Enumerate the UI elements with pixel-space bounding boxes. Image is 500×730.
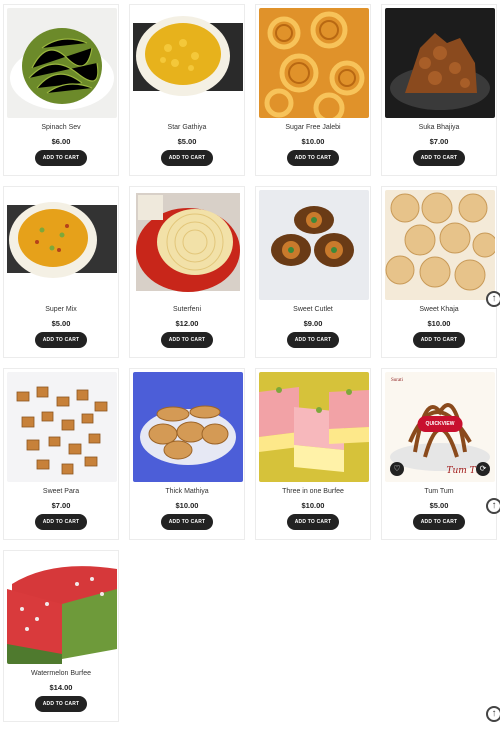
product-card[interactable]: Thick Mathiya $10.00 ADD TO CART (129, 368, 245, 540)
add-to-cart-button[interactable]: ADD TO CART (287, 332, 339, 348)
product-price: $5.00 (177, 137, 197, 146)
add-to-cart-button[interactable]: ADD TO CART (413, 514, 465, 530)
add-to-cart-button[interactable]: ADD TO CART (413, 150, 465, 166)
product-image[interactable] (133, 372, 243, 482)
arrow-up-icon[interactable]: ↑ (486, 498, 500, 514)
product-name[interactable]: Tum Tum (382, 488, 496, 495)
product-name[interactable]: Suka Bhajiya (382, 124, 496, 131)
product-card[interactable]: Sweet Khaja $10.00 ADD TO CART (381, 186, 497, 358)
product-card[interactable]: Star Gathiya $5.00 ADD TO CART (129, 4, 245, 176)
brand-logo: Surati (391, 378, 403, 383)
product-name[interactable]: Sweet Para (4, 488, 118, 495)
product-price: $10.00 (175, 501, 199, 510)
product-card[interactable]: Three in one Burfee $10.00 ADD TO CART (255, 368, 371, 540)
product-card[interactable]: Super Mix $5.00 ADD TO CART (3, 186, 119, 358)
add-to-cart-button[interactable]: ADD TO CART (287, 150, 339, 166)
product-image[interactable] (7, 8, 117, 118)
product-price: $7.00 (429, 137, 449, 146)
product-price: $10.00 (301, 501, 325, 510)
add-to-cart-button[interactable]: ADD TO CART (35, 696, 87, 712)
product-card[interactable]: Sweet Para $7.00 ADD TO CART (3, 368, 119, 540)
product-card[interactable]: Suka Bhajiya $7.00 ADD TO CART (381, 4, 497, 176)
product-name[interactable]: Three in one Burfee (256, 488, 370, 495)
product-card[interactable]: Sweet Cutlet $9.00 ADD TO CART (255, 186, 371, 358)
product-price: $7.00 (51, 501, 71, 510)
add-to-cart-button[interactable]: ADD TO CART (35, 514, 87, 530)
product-image[interactable] (385, 190, 495, 300)
product-image[interactable] (385, 8, 495, 118)
refresh-icon[interactable]: ⟳ (476, 462, 490, 476)
product-name[interactable]: Star Gathiya (130, 124, 244, 131)
add-to-cart-button[interactable]: ADD TO CART (35, 332, 87, 348)
product-image[interactable]: Surati Tum Tum QUICKVIEW ♡ ⟳ (385, 372, 495, 482)
product-price: $10.00 (301, 137, 325, 146)
product-name[interactable]: Watermelon Burfee (4, 670, 118, 677)
product-card[interactable]: Sugar Free Jalebi $10.00 ADD TO CART (255, 4, 371, 176)
product-card[interactable]: Spinach Sev $6.00 ADD TO CART (3, 4, 119, 176)
product-name[interactable]: Sugar Free Jalebi (256, 124, 370, 131)
product-price: $5.00 (429, 501, 449, 510)
arrow-up-icon[interactable]: ↑ (486, 706, 500, 722)
quickview-button[interactable]: QUICKVIEW (417, 416, 463, 432)
add-to-cart-button[interactable]: ADD TO CART (161, 514, 213, 530)
product-image[interactable] (7, 372, 117, 482)
product-price: $12.00 (175, 319, 199, 328)
product-price: $5.00 (51, 319, 71, 328)
add-to-cart-button[interactable]: ADD TO CART (161, 150, 213, 166)
add-to-cart-button[interactable]: ADD TO CART (287, 514, 339, 530)
product-price: $14.00 (49, 683, 73, 692)
product-name[interactable]: Suterfeni (130, 306, 244, 313)
add-to-cart-button[interactable]: ADD TO CART (35, 150, 87, 166)
product-image[interactable] (133, 190, 243, 300)
arrow-up-icon[interactable]: ↑ (486, 291, 500, 307)
add-to-cart-button[interactable]: ADD TO CART (413, 332, 465, 348)
add-to-cart-button[interactable]: ADD TO CART (161, 332, 213, 348)
product-name[interactable]: Thick Mathiya (130, 488, 244, 495)
product-card[interactable]: Surati Tum Tum QUICKVIEW ♡ ⟳ Tum Tum $5.… (381, 368, 497, 540)
product-price: $6.00 (51, 137, 71, 146)
product-card[interactable]: Suterfeni $12.00 ADD TO CART (129, 186, 245, 358)
product-image[interactable] (259, 8, 369, 118)
heart-icon[interactable]: ♡ (390, 462, 404, 476)
product-image[interactable] (259, 190, 369, 300)
product-name[interactable]: Spinach Sev (4, 124, 118, 131)
product-image[interactable] (7, 190, 117, 300)
product-name[interactable]: Super Mix (4, 306, 118, 313)
product-price: $9.00 (303, 319, 323, 328)
product-price: $10.00 (427, 319, 451, 328)
product-card[interactable]: Watermelon Burfee $14.00 ADD TO CART (3, 550, 119, 722)
product-name[interactable]: Sweet Khaja (382, 306, 496, 313)
product-image[interactable] (133, 8, 243, 118)
product-image[interactable] (259, 372, 369, 482)
product-image[interactable] (7, 554, 117, 664)
product-name[interactable]: Sweet Cutlet (256, 306, 370, 313)
